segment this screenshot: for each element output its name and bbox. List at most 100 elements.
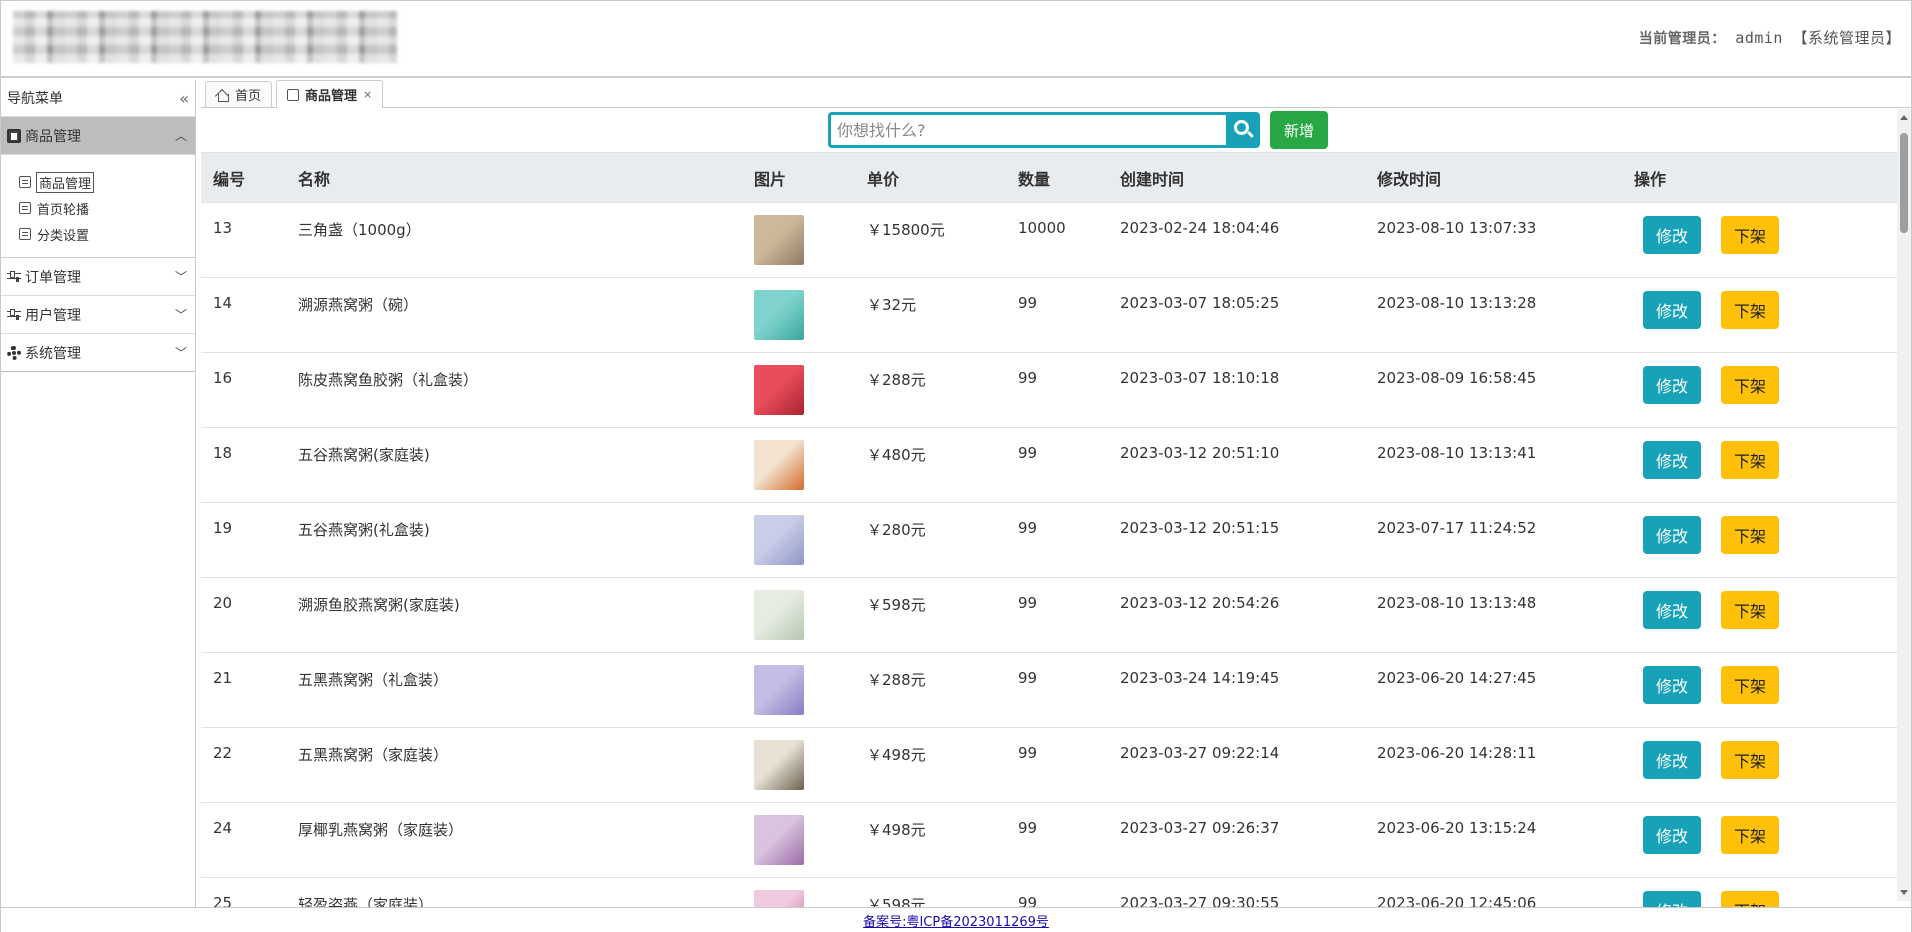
product-thumbnail[interactable] <box>754 215 804 265</box>
search-button[interactable] <box>1226 112 1260 148</box>
tab-product-management[interactable]: 商品管理 × <box>276 80 384 108</box>
sidebar-group-users[interactable]: 用户管理 ﹀ <box>1 296 195 334</box>
product-thumbnail[interactable] <box>754 440 804 490</box>
sidebar-item-label: 商品管理 <box>35 171 95 193</box>
edit-button[interactable]: 修改 <box>1643 216 1701 254</box>
cell-id: 16 <box>201 352 286 428</box>
sidebar-item-category-settings[interactable]: 分类设置 <box>19 221 195 247</box>
sliders-icon <box>7 270 21 284</box>
cell-id: 21 <box>201 652 286 728</box>
product-thumbnail[interactable] <box>754 665 804 715</box>
chevron-down-icon: ﹀ <box>174 346 187 360</box>
product-thumbnail[interactable] <box>754 290 804 340</box>
cell-created-time: 2023-03-27 09:30:55 <box>1108 877 1365 908</box>
cell-price: ￥32元 <box>855 277 1006 353</box>
add-product-button[interactable]: 新增 <box>1270 111 1328 149</box>
books-icon <box>7 128 21 143</box>
sidebar-item-home-carousel[interactable]: 首页轮播 <box>19 195 195 221</box>
cell-modified-time: 2023-08-09 16:58:45 <box>1365 352 1622 428</box>
current-admin-info: 当前管理员： admin 【系统管理员】 <box>1639 27 1901 48</box>
cell-created-time: 2023-03-27 09:22:14 <box>1108 727 1365 803</box>
scrollbar-thumb[interactable] <box>1900 133 1908 233</box>
cell-modified-time: 2023-08-10 13:07:33 <box>1365 202 1622 278</box>
search-icon <box>1234 120 1249 135</box>
take-offline-button[interactable]: 下架 <box>1721 366 1779 404</box>
cell-modified-time: 2023-08-10 13:13:28 <box>1365 277 1622 353</box>
take-offline-button[interactable]: 下架 <box>1721 891 1779 908</box>
column-header: 单价 <box>855 152 1006 203</box>
edit-button[interactable]: 修改 <box>1643 591 1701 629</box>
table-body: 13 三角盏（1000g） ￥15800元 10000 2023-02-24 18:04… <box>201 202 1897 908</box>
take-offline-button[interactable]: 下架 <box>1721 816 1779 854</box>
tab-bar: 首页 商品管理 × <box>201 80 1911 108</box>
sidebar: 导航菜单 « 商品管理 ︿ 商品管理 首页轮播 分类设置 订单管理 ﹀ 用户管理… <box>1 80 196 908</box>
column-header: 创建时间 <box>1108 152 1365 203</box>
sidebar-group-products[interactable]: 商品管理 ︿ <box>1 117 195 155</box>
edit-button[interactable]: 修改 <box>1643 516 1701 554</box>
cell-created-time: 2023-03-12 20:54:26 <box>1108 577 1365 653</box>
scroll-down-arrow-icon[interactable] <box>1900 890 1908 895</box>
cell-id: 22 <box>201 727 286 803</box>
sidebar-item-product-management[interactable]: 商品管理 <box>19 169 195 195</box>
cell-price: ￥288元 <box>855 352 1006 428</box>
take-offline-button[interactable]: 下架 <box>1721 741 1779 779</box>
sidebar-group-label: 用户管理 <box>25 307 81 324</box>
vertical-scrollbar[interactable] <box>1897 109 1911 901</box>
sidebar-group-products-items: 商品管理 首页轮播 分类设置 <box>1 155 195 258</box>
take-offline-button[interactable]: 下架 <box>1721 591 1779 629</box>
cell-quantity: 99 <box>1006 877 1108 908</box>
take-offline-button[interactable]: 下架 <box>1721 291 1779 329</box>
edit-button[interactable]: 修改 <box>1643 816 1701 854</box>
product-thumbnail[interactable] <box>754 365 804 415</box>
gear-icon <box>7 345 21 360</box>
cell-created-time: 2023-03-24 14:19:45 <box>1108 652 1365 728</box>
product-thumbnail[interactable] <box>754 515 804 565</box>
sidebar-group-system[interactable]: 系统管理 ﹀ <box>1 334 195 372</box>
cell-actions: 修改下架 <box>1622 502 1897 578</box>
cell-name: 厚椰乳燕窝粥（家庭装） <box>286 802 742 878</box>
cell-name: 溯源鱼胶燕窝粥(家庭装) <box>286 577 742 653</box>
edit-button[interactable]: 修改 <box>1643 891 1701 908</box>
cell-quantity: 99 <box>1006 577 1108 653</box>
product-table: 编号 名称 图片 单价 数量 创建时间 修改时间 操作 13 三角盏（1000g）… <box>201 152 1897 908</box>
table-row: 25 轻盈姿燕（家庭装） ￥598元 99 2023-03-27 09:30:55 202… <box>201 877 1897 908</box>
edit-button[interactable]: 修改 <box>1643 666 1701 704</box>
cell-name: 五谷燕窝粥(礼盒装) <box>286 502 742 578</box>
sidebar-group-orders[interactable]: 订单管理 ﹀ <box>1 258 195 296</box>
close-icon[interactable]: × <box>363 88 372 101</box>
cell-modified-time: 2023-06-20 12:45:06 <box>1365 877 1622 908</box>
tab-home[interactable]: 首页 <box>205 81 273 107</box>
product-thumbnail[interactable] <box>754 590 804 640</box>
column-header: 数量 <box>1006 152 1108 203</box>
cell-created-time: 2023-03-12 20:51:15 <box>1108 502 1365 578</box>
product-thumbnail[interactable] <box>754 815 804 865</box>
product-table-container: 编号 名称 图片 单价 数量 创建时间 修改时间 操作 13 三角盏（1000g）… <box>201 152 1897 908</box>
product-thumbnail[interactable] <box>754 740 804 790</box>
take-offline-button[interactable]: 下架 <box>1721 441 1779 479</box>
cell-actions: 修改下架 <box>1622 802 1897 878</box>
cell-name: 五黑燕窝粥（家庭装） <box>286 727 742 803</box>
scroll-up-arrow-icon[interactable] <box>1900 115 1908 120</box>
icp-record-link[interactable]: 备案号:粤ICP备2023011269号 <box>863 911 1049 930</box>
edit-button[interactable]: 修改 <box>1643 366 1701 404</box>
take-offline-button[interactable]: 下架 <box>1721 516 1779 554</box>
main-content: 首页 商品管理 × 新增 <box>201 80 1911 908</box>
product-thumbnail[interactable] <box>754 890 804 908</box>
cell-id: 14 <box>201 277 286 353</box>
search-input[interactable] <box>828 112 1226 148</box>
table-row: 18 五谷燕窝粥(家庭装) ￥480元 99 2023-03-12 20:51:10 20… <box>201 427 1897 503</box>
take-offline-button[interactable]: 下架 <box>1721 216 1779 254</box>
double-chevron-left-icon[interactable]: « <box>179 89 189 108</box>
edit-button[interactable]: 修改 <box>1643 441 1701 479</box>
cell-quantity: 99 <box>1006 802 1108 878</box>
doc-icon <box>287 88 300 101</box>
cell-id: 19 <box>201 502 286 578</box>
current-admin-role: 【系统管理员】 <box>1792 29 1901 47</box>
cell-image <box>742 352 855 428</box>
sidebar-group-label: 系统管理 <box>25 345 81 362</box>
take-offline-button[interactable]: 下架 <box>1721 666 1779 704</box>
edit-button[interactable]: 修改 <box>1643 291 1701 329</box>
edit-button[interactable]: 修改 <box>1643 741 1701 779</box>
cell-actions: 修改下架 <box>1622 427 1897 503</box>
cell-name: 溯源燕窝粥（碗） <box>286 277 742 353</box>
